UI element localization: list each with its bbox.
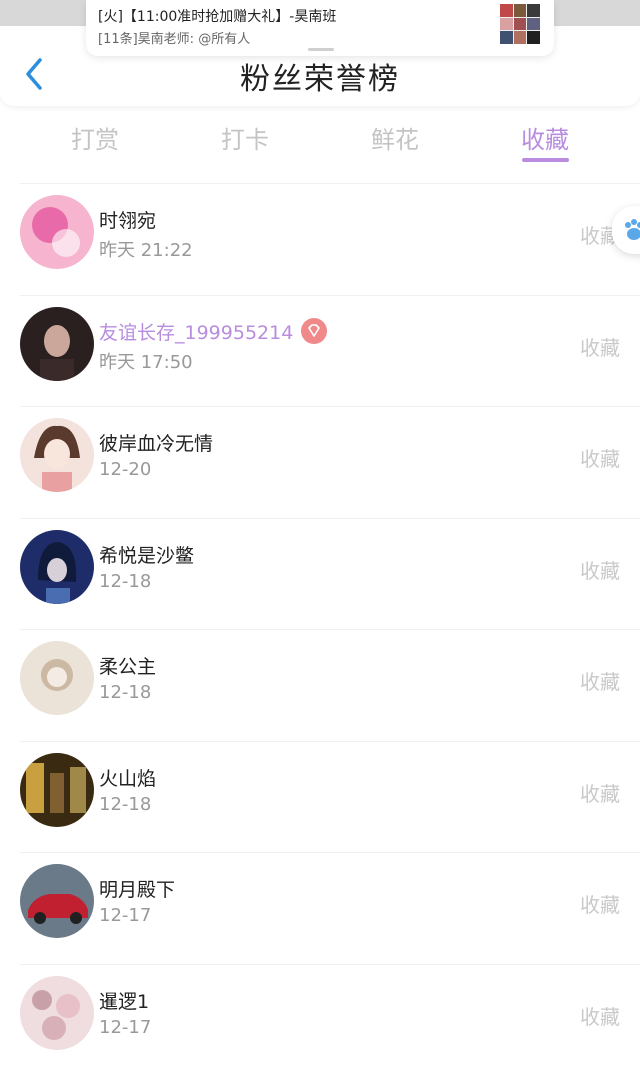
tab-bar: 打赏 打卡 鲜花 收藏 bbox=[0, 116, 640, 166]
tab-checkin[interactable]: 打卡 bbox=[195, 120, 295, 155]
timestamp: 12-17 bbox=[99, 1017, 151, 1038]
favorite-label: 收藏 bbox=[580, 889, 620, 918]
avatar bbox=[20, 530, 94, 604]
active-tab-indicator bbox=[522, 158, 569, 162]
avatar bbox=[20, 307, 94, 381]
favorite-label: 收藏 bbox=[580, 666, 620, 695]
user-name: 友谊长存_199955214 bbox=[99, 322, 293, 344]
favorite-label: 收藏 bbox=[580, 778, 620, 807]
avatar bbox=[20, 418, 94, 492]
paw-icon bbox=[620, 216, 640, 244]
notification-title: [火]【11:00准时抢加赠大礼】-昊南班 bbox=[98, 6, 336, 26]
timestamp: 昨天 17:50 bbox=[99, 348, 193, 374]
favorite-label: 收藏 bbox=[580, 555, 620, 584]
diamond-badge-icon bbox=[301, 318, 327, 344]
group-avatar-thumbnail bbox=[500, 4, 540, 44]
timestamp: 12-18 bbox=[99, 794, 151, 815]
avatar bbox=[20, 195, 94, 269]
timestamp: 昨天 21:22 bbox=[99, 236, 193, 262]
tab-flowers[interactable]: 鲜花 bbox=[345, 120, 445, 155]
notification-banner[interactable]: [火]【11:00准时抢加赠大礼】-昊南班 [11条]昊南老师: @所有人 bbox=[86, 0, 554, 56]
favorite-label: 收藏 bbox=[580, 443, 620, 472]
page-title: 粉丝荣誉榜 bbox=[0, 54, 640, 98]
tab-favorites[interactable]: 收藏 bbox=[495, 120, 595, 155]
list-item[interactable]: 柔公主 12-18 收藏 bbox=[20, 629, 640, 741]
list-item[interactable]: 希悦是沙鳖 12-18 收藏 bbox=[20, 518, 640, 630]
list-item[interactable]: 友谊长存_199955214 昨天 17:50 收藏 bbox=[20, 295, 640, 407]
notification-subtitle: [11条]昊南老师: @所有人 bbox=[98, 28, 250, 47]
fan-list: 时翎宛 昨天 21:22 收藏 友谊长存_199955214 昨天 17:50 … bbox=[0, 183, 640, 1075]
avatar bbox=[20, 864, 94, 938]
timestamp: 12-18 bbox=[99, 682, 151, 703]
user-name: 时翎宛 bbox=[99, 206, 156, 233]
avatar bbox=[20, 753, 94, 827]
drag-handle[interactable] bbox=[308, 48, 334, 51]
favorite-label: 收藏 bbox=[580, 332, 620, 361]
list-item[interactable]: 彼岸血冷无情 12-20 收藏 bbox=[20, 406, 640, 518]
list-item[interactable]: 暹逻1 12-17 收藏 bbox=[20, 964, 640, 1075]
user-name: 火山焰 bbox=[99, 764, 156, 791]
user-name: 柔公主 bbox=[99, 652, 156, 679]
timestamp: 12-17 bbox=[99, 905, 151, 926]
user-name: 暹逻1 bbox=[99, 987, 149, 1014]
list-item[interactable]: 时翎宛 昨天 21:22 收藏 bbox=[20, 183, 640, 295]
avatar bbox=[20, 976, 94, 1050]
timestamp: 12-20 bbox=[99, 459, 151, 480]
user-name: 希悦是沙鳖 bbox=[99, 541, 194, 568]
user-name-row: 友谊长存_199955214 bbox=[99, 318, 327, 347]
tab-reward[interactable]: 打赏 bbox=[45, 120, 145, 155]
user-name: 彼岸血冷无情 bbox=[99, 429, 213, 456]
avatar bbox=[20, 641, 94, 715]
timestamp: 12-18 bbox=[99, 571, 151, 592]
list-item[interactable]: 明月殿下 12-17 收藏 bbox=[20, 852, 640, 964]
list-item[interactable]: 火山焰 12-18 收藏 bbox=[20, 741, 640, 853]
favorite-label: 收藏 bbox=[580, 1001, 620, 1030]
user-name: 明月殿下 bbox=[99, 875, 175, 902]
